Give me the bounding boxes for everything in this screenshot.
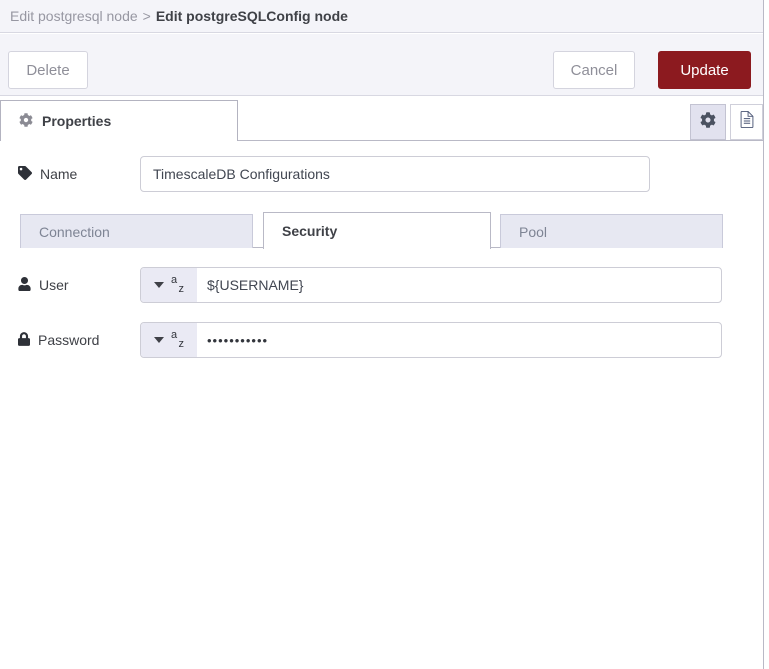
- name-input[interactable]: TimescaleDB Configurations: [140, 156, 650, 192]
- tag-icon: [18, 165, 32, 183]
- lock-icon: [18, 331, 30, 349]
- breadcrumb-separator: >: [142, 8, 151, 24]
- gear-icon: [19, 112, 33, 130]
- config-section-tabs: Connection Security Pool: [20, 212, 723, 249]
- edit-config-tray: Edit postgresql node > Edit postgreSQLCo…: [0, 0, 764, 669]
- tab-pool[interactable]: Pool: [500, 214, 723, 248]
- editor-tabbar: Properties: [0, 97, 763, 141]
- user-input-group: az ${USERNAME}: [140, 267, 722, 303]
- cancel-button[interactable]: Cancel: [553, 51, 635, 89]
- dialog-toolbar: Delete Cancel Update: [0, 34, 763, 96]
- breadcrumb-current: Edit postgreSQLConfig node: [155, 8, 348, 24]
- password-label-text: Password: [38, 332, 100, 348]
- caret-down-icon: [154, 282, 164, 288]
- document-icon: [740, 111, 754, 133]
- person-icon: [18, 276, 31, 294]
- password-input-group: az •••••••••••: [140, 322, 722, 358]
- password-input[interactable]: •••••••••••: [197, 333, 268, 348]
- breadcrumb: Edit postgresql node > Edit postgreSQLCo…: [0, 0, 763, 33]
- password-field-label: Password: [18, 322, 99, 358]
- user-type-select-button[interactable]: az: [141, 268, 197, 302]
- update-button[interactable]: Update: [658, 51, 751, 89]
- name-field-label: Name: [18, 156, 77, 192]
- node-docs-button[interactable]: [730, 104, 763, 140]
- user-input[interactable]: ${USERNAME}: [197, 277, 303, 293]
- string-type-icon: az: [171, 329, 184, 350]
- tab-security[interactable]: Security: [263, 212, 491, 249]
- caret-down-icon: [154, 337, 164, 343]
- user-label-text: User: [39, 277, 69, 293]
- tab-properties[interactable]: Properties: [0, 100, 238, 141]
- breadcrumb-parent[interactable]: Edit postgresql node: [10, 8, 138, 24]
- string-type-icon: az: [171, 274, 184, 295]
- node-settings-button[interactable]: [690, 104, 726, 140]
- tab-connection[interactable]: Connection: [20, 214, 253, 248]
- tab-properties-label: Properties: [42, 113, 112, 129]
- name-label-text: Name: [40, 166, 78, 182]
- delete-button[interactable]: Delete: [8, 51, 88, 89]
- gear-icon: [700, 111, 716, 133]
- user-field-label: User: [18, 267, 69, 303]
- password-type-select-button[interactable]: az: [141, 323, 197, 357]
